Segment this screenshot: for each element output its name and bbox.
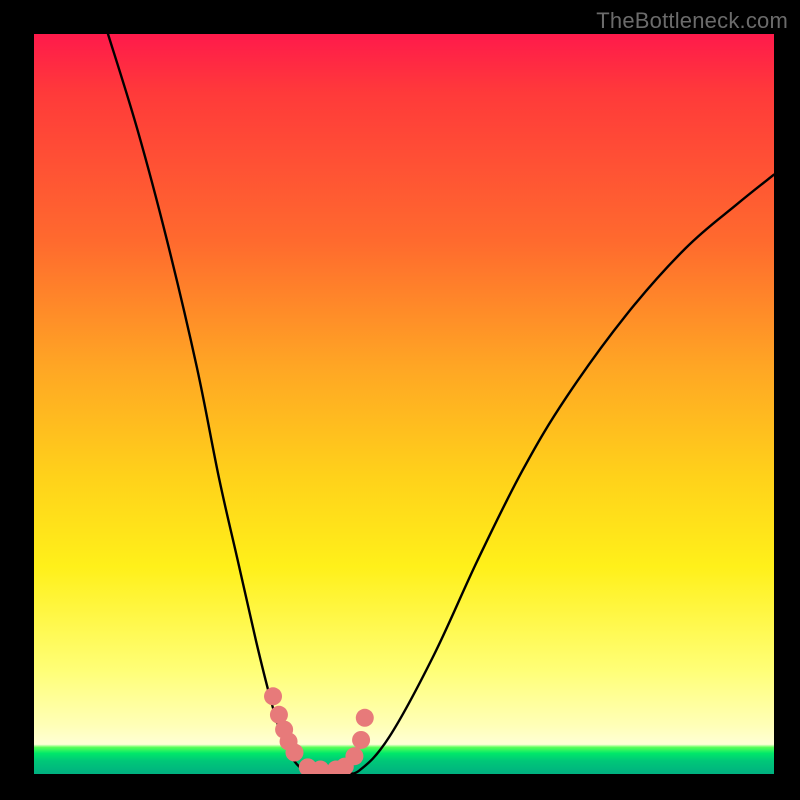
- chart-frame: TheBottleneck.com: [0, 0, 800, 800]
- watermark-text: TheBottleneck.com: [596, 8, 788, 34]
- data-dot: [345, 747, 363, 765]
- bottleneck-curve: [108, 34, 774, 774]
- data-dot: [285, 744, 303, 762]
- dot-group: [264, 687, 374, 774]
- data-dot: [356, 709, 374, 727]
- data-dot: [352, 731, 370, 749]
- chart-plot-area: [34, 34, 774, 774]
- data-dot: [264, 687, 282, 705]
- chart-svg: [34, 34, 774, 774]
